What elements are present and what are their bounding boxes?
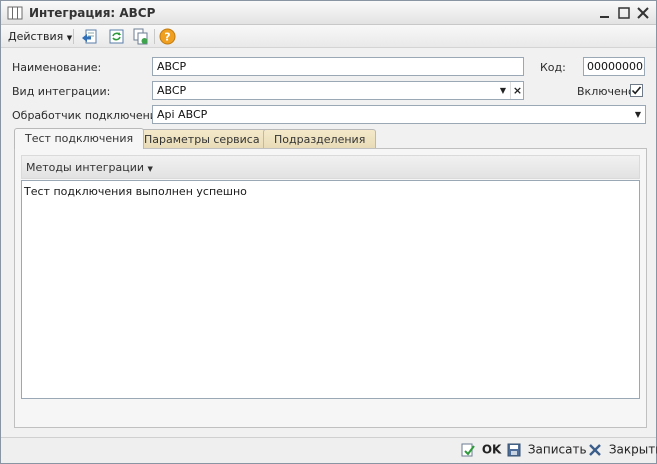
actions-label: Действия	[8, 30, 64, 43]
toolbar: Действия ▼ ?	[1, 25, 656, 48]
chevron-down-icon: ▼	[66, 34, 73, 42]
code-field[interactable]: 000000005	[583, 57, 645, 76]
checkmark-icon	[631, 86, 642, 95]
back-arrow-icon[interactable]	[81, 28, 98, 45]
svg-text:?: ?	[164, 31, 170, 44]
toolbar-divider	[73, 29, 74, 44]
help-icon[interactable]: ?	[159, 28, 176, 45]
close-label: Закрыть	[608, 442, 657, 457]
save-icon	[507, 443, 521, 456]
chevron-down-icon[interactable]: ▼	[631, 106, 645, 123]
handler-value: Api ABCP	[157, 108, 208, 121]
footer: OK Записать Закрыть	[1, 437, 657, 463]
close-x-icon	[589, 443, 601, 456]
copy-icon[interactable]	[132, 28, 149, 45]
tab-connection-test[interactable]: Тест подключения	[14, 128, 145, 149]
enabled-checkbox[interactable]	[630, 84, 643, 97]
title-bar[interactable]: Интеграция: ABCP	[1, 1, 656, 25]
handler-field[interactable]: Api ABCP ▼	[152, 105, 646, 124]
close-icon[interactable]	[635, 5, 651, 21]
enabled-label: Включено	[577, 85, 635, 98]
document-check-icon	[461, 443, 475, 456]
window-title: Интеграция: ABCP	[29, 6, 156, 20]
output-textarea[interactable]: Тест подключения выполнен успешно	[21, 180, 640, 399]
code-label: Код:	[540, 61, 566, 74]
tab-panel: Методы интеграции ▼ Тест подключения вып…	[14, 148, 647, 428]
refresh-icon[interactable]	[108, 28, 125, 45]
chevron-down-icon: ▼	[147, 165, 153, 173]
close-button[interactable]: Закрыть	[588, 442, 657, 460]
methods-menu-button[interactable]: Методы интеграции ▼	[26, 161, 153, 174]
actions-menu-button[interactable]: Действия ▼	[8, 30, 72, 43]
name-field[interactable]: ABCP	[152, 57, 524, 76]
integration-window: Интеграция: ABCP Действия ▼ ? Наименован…	[0, 0, 657, 464]
toolbar-divider	[154, 29, 155, 44]
chevron-down-icon[interactable]: ▼	[496, 82, 510, 99]
tab-departments[interactable]: Подразделения	[263, 129, 377, 148]
minimize-icon[interactable]	[597, 5, 613, 21]
maximize-icon[interactable]	[616, 5, 632, 21]
handler-label: Обработчик подключения:	[12, 109, 168, 122]
table-icon	[7, 6, 23, 20]
integration-type-field[interactable]: ABCP ▼ ×	[152, 81, 524, 100]
clear-icon[interactable]: ×	[510, 82, 523, 99]
tab-service-parameters[interactable]: Параметры сервиса	[133, 129, 271, 148]
methods-toolbar: Методы интеграции ▼	[21, 155, 640, 179]
ok-button[interactable]: OK	[461, 442, 501, 460]
output-text: Тест подключения выполнен успешно	[24, 185, 247, 198]
name-label: Наименование:	[12, 61, 102, 74]
ok-label: OK	[481, 442, 502, 457]
integration-type-value: ABCP	[157, 84, 187, 97]
integration-type-label: Вид интеграции:	[12, 85, 111, 98]
save-label: Записать	[527, 442, 587, 457]
methods-label: Методы интеграции	[26, 161, 144, 174]
save-button[interactable]: Записать	[507, 442, 587, 460]
